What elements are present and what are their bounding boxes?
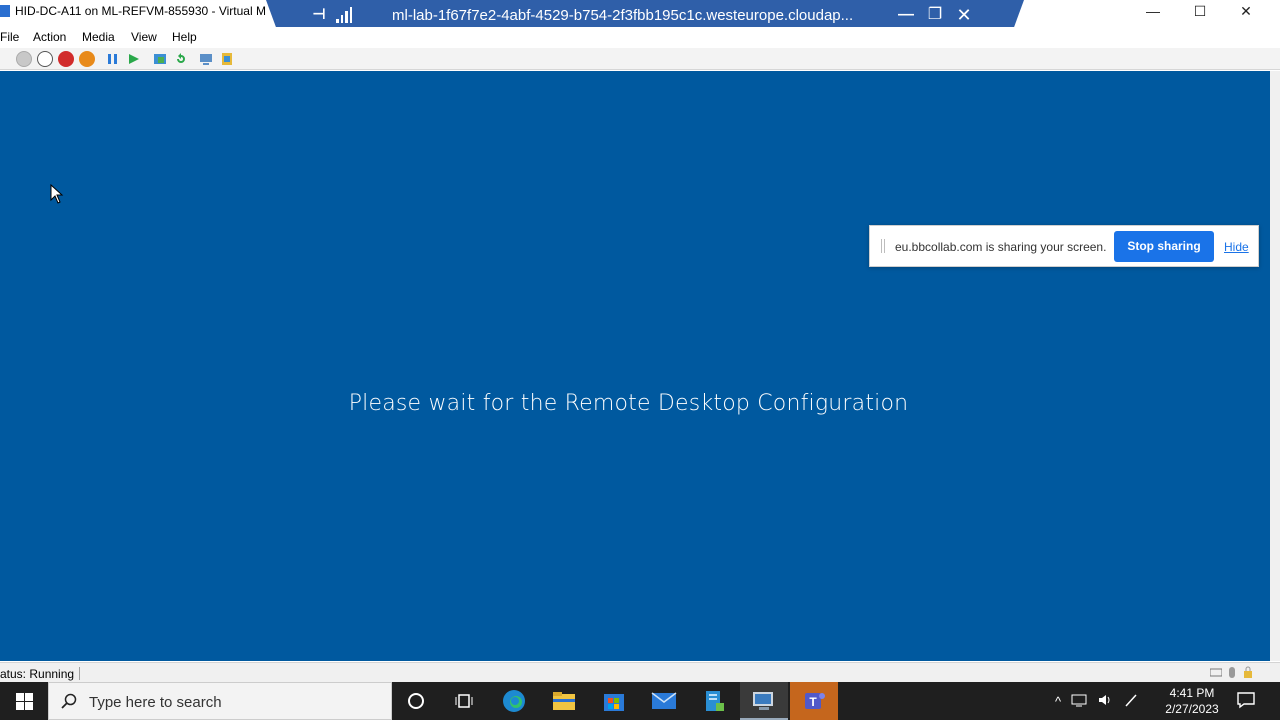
search-icon <box>61 693 77 709</box>
mouse-icon <box>1226 666 1238 679</box>
keyboard-icon <box>1209 666 1223 679</box>
screen: { "window": { "title": "HID-DC-A11 on ML… <box>0 0 1280 720</box>
revert-icon[interactable] <box>173 51 189 67</box>
system-tray: ^ <box>1055 682 1139 720</box>
connection-quality-icon[interactable] <box>336 7 352 23</box>
ctrl-alt-del-icon[interactable] <box>16 51 32 67</box>
server-manager-icon[interactable] <box>690 682 738 720</box>
search-placeholder: Type here to search <box>89 694 222 711</box>
enhanced-session-icon[interactable] <box>198 51 214 67</box>
stop-sharing-button[interactable]: Stop sharing <box>1114 231 1214 262</box>
screen-share-banner: eu.bbcollab.com is sharing your screen. … <box>869 225 1259 267</box>
clock-time: 4:41 PM <box>1169 686 1215 700</box>
power-icon[interactable] <box>79 51 95 67</box>
svg-text:T: T <box>809 695 817 709</box>
edge-icon[interactable] <box>490 682 538 720</box>
taskbar-clock[interactable]: 4:41 PM 2/27/2023 <box>1160 685 1224 717</box>
mouse-cursor-icon <box>50 184 64 204</box>
pause-icon[interactable] <box>105 51 121 67</box>
mail-icon[interactable] <box>640 682 688 720</box>
action-center-icon[interactable] <box>1236 691 1256 709</box>
taskbar: Type here to search T ^ 4:41 PM 2/27/202… <box>0 682 1280 720</box>
shutdown-icon[interactable] <box>58 51 74 67</box>
share-icon[interactable] <box>219 51 235 67</box>
volume-icon[interactable] <box>1097 693 1113 710</box>
menu-bar: File Action Media View Help <box>0 27 1280 47</box>
maximize-button[interactable]: ☐ <box>1177 0 1223 22</box>
start-icon[interactable] <box>126 51 142 67</box>
lock-icon <box>1242 666 1254 679</box>
vm-status-text: atus: Running <box>0 667 75 681</box>
store-icon[interactable] <box>590 682 638 720</box>
vm-connection-app-icon <box>0 5 10 17</box>
network-icon[interactable] <box>1071 693 1087 710</box>
menu-view[interactable]: View <box>131 30 157 44</box>
rdp-close-button[interactable]: ✕ <box>952 4 976 26</box>
hyperv-icon[interactable] <box>740 682 788 720</box>
file-explorer-icon[interactable] <box>540 682 588 720</box>
rdp-host-title: ml-lab-1f67f7e2-4abf-4529-b754-2f3fbb195… <box>392 7 854 24</box>
minimize-button[interactable]: — <box>1130 0 1176 22</box>
stop-icon[interactable] <box>37 51 53 67</box>
status-separator <box>79 667 80 680</box>
close-button[interactable]: ✕ <box>1223 0 1269 22</box>
status-icons <box>1209 666 1254 679</box>
vm-right-edge <box>1270 71 1280 661</box>
menu-file[interactable]: File <box>0 30 19 44</box>
menu-action[interactable]: Action <box>33 30 66 44</box>
rdp-minimize-button[interactable]: — <box>894 4 918 26</box>
clock-date: 2/27/2023 <box>1165 702 1219 716</box>
pen-icon[interactable] <box>1123 693 1139 710</box>
pin-icon[interactable]: ⊣ <box>310 6 328 24</box>
menu-help[interactable]: Help <box>172 30 197 44</box>
share-message: eu.bbcollab.com is sharing your screen. <box>895 240 1107 254</box>
start-button[interactable] <box>0 682 48 720</box>
drag-handle-icon[interactable] <box>881 239 885 253</box>
vm-toolbar <box>0 48 1280 70</box>
cortana-icon[interactable] <box>392 682 440 720</box>
task-view-icon[interactable] <box>440 682 488 720</box>
rdp-config-message: Please wait for the Remote Desktop Confi… <box>348 391 909 416</box>
window-title: HID-DC-A11 on ML-REFVM-855930 - Virtual … <box>15 4 266 18</box>
menu-media[interactable]: Media <box>82 30 115 44</box>
status-bar: atus: Running <box>0 662 1280 682</box>
vm-display[interactable]: Please wait for the Remote Desktop Confi… <box>0 71 1270 661</box>
windows-logo-icon <box>15 692 33 710</box>
taskbar-search-box[interactable]: Type here to search <box>48 682 392 720</box>
rdp-restore-button[interactable]: ❐ <box>923 4 947 26</box>
teams-icon[interactable]: T <box>790 682 838 720</box>
hide-link[interactable]: Hide <box>1224 240 1249 254</box>
chevron-up-icon[interactable]: ^ <box>1055 694 1061 709</box>
checkpoint-icon[interactable] <box>152 51 168 67</box>
